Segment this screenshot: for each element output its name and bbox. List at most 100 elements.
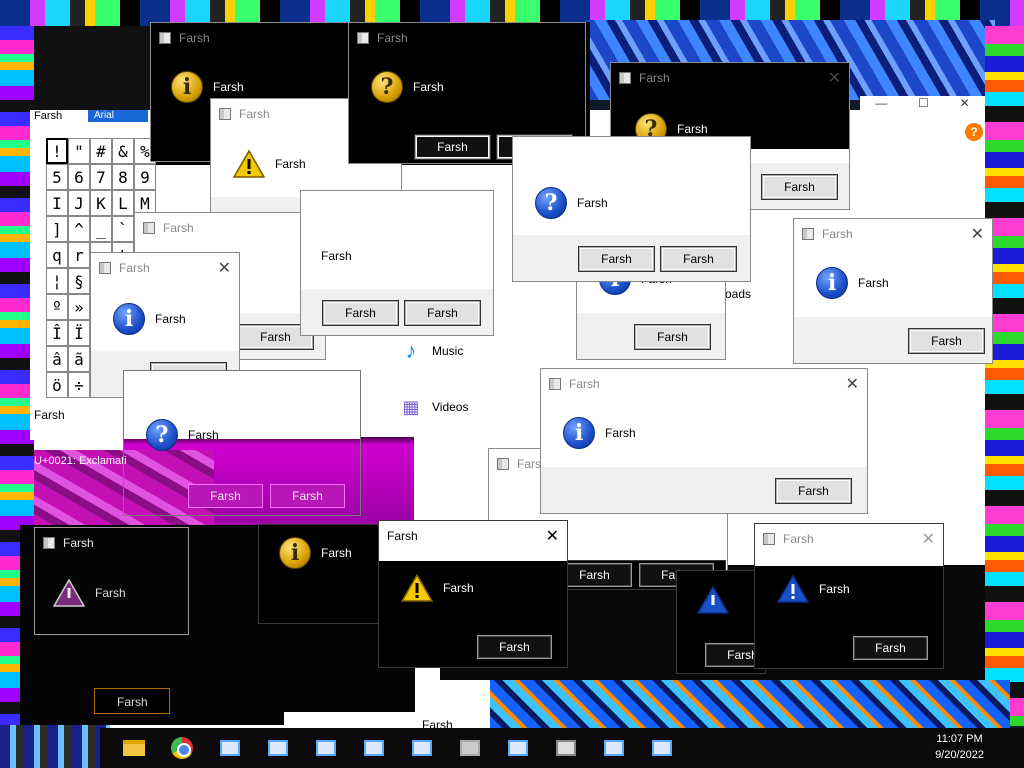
- close-icon[interactable]: ✕: [828, 68, 841, 88]
- dialog-title: Farsh: [387, 529, 418, 543]
- close-icon[interactable]: ✕: [922, 529, 935, 549]
- ok-button[interactable]: Farsh: [762, 175, 837, 199]
- ok-button[interactable]: Farsh: [477, 635, 552, 659]
- music-icon: ♪: [405, 338, 417, 363]
- message-dialog: Farsh ✕ i Farsh Farsh: [793, 218, 993, 364]
- close-icon[interactable]: ✕: [218, 258, 231, 278]
- taskbar-item-app[interactable]: [254, 728, 302, 768]
- character-cell[interactable]: ¦: [46, 268, 68, 294]
- no-button[interactable]: Farsh: [270, 484, 345, 508]
- system-clock[interactable]: 11:07 PM 9/20/2022: [935, 731, 984, 763]
- character-cell[interactable]: Î: [46, 320, 68, 346]
- character-cell[interactable]: »: [68, 294, 90, 320]
- app-icon: [412, 740, 432, 756]
- message-dialog: Farsh ✕ i Farsh Farsh: [540, 368, 868, 514]
- character-cell[interactable]: ã: [68, 346, 90, 372]
- message-dialog: Farsh Farsh Farsh: [300, 190, 494, 336]
- character-cell[interactable]: ÷: [68, 372, 90, 398]
- character-cell[interactable]: 6: [68, 164, 90, 190]
- taskbar-item-app[interactable]: [350, 728, 398, 768]
- character-cell[interactable]: J: [68, 190, 90, 216]
- nav-item-downloads[interactable]: oads: [725, 287, 751, 301]
- dialog-message-text: Farsh: [605, 426, 636, 440]
- nav-item-videos[interactable]: ▦ Videos: [398, 394, 468, 420]
- app-icon: [143, 222, 155, 234]
- close-icon[interactable]: ✕: [971, 224, 984, 244]
- yes-button[interactable]: Farsh: [579, 247, 654, 271]
- message-dialog: Farsh ✕ Farsh Farsh: [378, 520, 568, 668]
- taskbar-item-app[interactable]: [206, 728, 254, 768]
- minimize-icon[interactable]: —: [875, 96, 887, 114]
- dialog-titlebar: Farsh ✕: [794, 219, 992, 249]
- font-select[interactable]: Arial: [88, 110, 148, 122]
- taskbar-item-explorer[interactable]: [110, 728, 158, 768]
- nav-item-label: Music: [432, 344, 464, 358]
- character-cell[interactable]: ": [68, 138, 90, 164]
- yes-button[interactable]: Farsh: [415, 135, 490, 159]
- app-icon: [763, 533, 775, 545]
- character-cell[interactable]: L: [112, 190, 134, 216]
- partial-button-frame: Farsh: [94, 688, 170, 714]
- ok-button[interactable]: Farsh: [909, 329, 984, 353]
- character-cell[interactable]: 7: [90, 164, 112, 190]
- character-cell[interactable]: _: [90, 216, 112, 242]
- character-cell[interactable]: §: [68, 268, 90, 294]
- character-cell[interactable]: `: [112, 216, 134, 242]
- character-cell[interactable]: #: [90, 138, 112, 164]
- character-cell[interactable]: 9: [134, 164, 156, 190]
- maximize-icon[interactable]: ☐: [918, 96, 929, 114]
- message-dialog: ? Farsh Farsh Farsh: [512, 136, 751, 282]
- character-cell[interactable]: &: [112, 138, 134, 164]
- character-cell[interactable]: 8: [112, 164, 134, 190]
- taskbar-item-app[interactable]: [494, 728, 542, 768]
- ok-button[interactable]: Farsh: [776, 479, 851, 503]
- dialog-title: Farsh: [569, 377, 600, 391]
- no-button[interactable]: Farsh: [661, 247, 736, 271]
- taskbar-item-app[interactable]: [590, 728, 638, 768]
- taskbar-item-app[interactable]: [302, 728, 350, 768]
- taskbar-item-app[interactable]: [542, 728, 590, 768]
- close-icon[interactable]: ✕: [546, 526, 559, 546]
- dialog-message-text: Farsh: [858, 276, 889, 290]
- character-cell[interactable]: q: [46, 242, 68, 268]
- help-icon[interactable]: ?: [965, 123, 983, 141]
- window-controls[interactable]: — ☐ ✕: [860, 96, 985, 114]
- taskbar-item-chrome[interactable]: [158, 728, 206, 768]
- dialog-title: Farsh: [783, 532, 814, 546]
- ok-button[interactable]: Farsh: [635, 325, 710, 349]
- yes-button[interactable]: Farsh: [557, 563, 632, 587]
- ok-button[interactable]: Farsh: [853, 636, 928, 660]
- taskbar-item-app[interactable]: [638, 728, 686, 768]
- character-cell[interactable]: !: [46, 138, 68, 164]
- dialog-message: [697, 585, 739, 615]
- warning-icon: [777, 574, 809, 604]
- yes-button[interactable]: Farsh: [188, 484, 263, 508]
- close-icon[interactable]: ✕: [846, 374, 859, 394]
- no-button[interactable]: Farsh: [405, 301, 480, 325]
- character-cell[interactable]: r: [68, 242, 90, 268]
- character-cell[interactable]: K: [90, 190, 112, 216]
- character-cell[interactable]: 5: [46, 164, 68, 190]
- character-cell[interactable]: â: [46, 346, 68, 372]
- dialog-message: Farsh: [321, 249, 352, 263]
- character-cell[interactable]: º: [46, 294, 68, 320]
- taskbar-item-app[interactable]: [446, 728, 494, 768]
- close-icon[interactable]: ✕: [960, 96, 970, 114]
- character-cell[interactable]: Ï: [68, 320, 90, 346]
- nav-item-music[interactable]: ♪ Music: [398, 338, 464, 364]
- yes-button[interactable]: Farsh: [323, 301, 398, 325]
- character-cell[interactable]: I: [46, 190, 68, 216]
- dialog-message: Farsh: [777, 574, 850, 604]
- character-cell[interactable]: ö: [46, 372, 68, 398]
- taskbar-item-app[interactable]: [398, 728, 446, 768]
- taskbar: 11:07 PM 9/20/2022: [100, 728, 1024, 768]
- glitch-right-edge: [985, 26, 1024, 726]
- info-icon: i: [816, 267, 848, 299]
- dialog-footer: Farsh Farsh: [301, 289, 493, 335]
- app-icon: [497, 458, 509, 470]
- ghost-button-label[interactable]: Farsh: [117, 695, 148, 709]
- nav-item-label: Videos: [432, 400, 469, 414]
- folder-icon: [123, 740, 145, 756]
- character-cell[interactable]: ^: [68, 216, 90, 242]
- character-cell[interactable]: ]: [46, 216, 68, 242]
